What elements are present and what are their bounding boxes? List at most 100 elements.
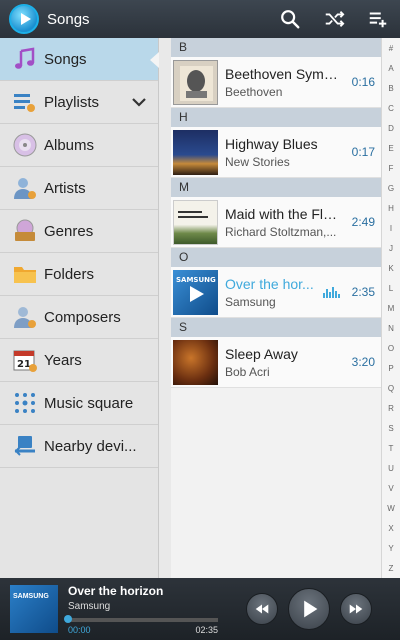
nearby-devices-icon <box>12 433 38 459</box>
song-title: Over the hor... <box>225 275 314 292</box>
album-art <box>173 129 218 175</box>
song-artist: Samsung <box>225 294 276 309</box>
previous-button[interactable] <box>246 593 278 625</box>
index-letter[interactable]: M <box>382 298 400 318</box>
song-row[interactable]: Highway Blues New Stories 0:17 <box>171 127 381 178</box>
index-letter[interactable]: P <box>382 358 400 378</box>
sidebar-item-label: Playlists <box>44 93 100 111</box>
genre-icon <box>12 218 38 244</box>
index-letter[interactable]: # <box>382 38 400 58</box>
sidebar-item-label: Folders <box>44 265 95 283</box>
index-letter[interactable]: Y <box>382 538 400 558</box>
playback-progress-bar[interactable] <box>64 614 218 623</box>
song-duration: 0:17 <box>351 145 375 159</box>
now-playing-title: Over the horizon <box>68 583 164 598</box>
song-artist: Bob Acri <box>225 364 270 379</box>
song-title: Highway Blues <box>225 135 318 152</box>
play-button[interactable] <box>288 588 330 630</box>
sidebar-item-music-square[interactable]: Music square <box>0 382 158 425</box>
composer-icon <box>12 304 38 330</box>
thumb-brand-text: SAMSUNG <box>13 593 49 600</box>
now-playing-album-art[interactable]: SAMSUNG <box>10 585 58 633</box>
calendar-icon: 21 <box>12 347 38 373</box>
thumb-brand-text: SAMSUNG <box>176 276 216 284</box>
alphabet-index[interactable]: # A B C D E F G H I J K L M N O P Q R S T U V W X Y Z <box>381 38 400 578</box>
search-button[interactable] <box>268 0 312 38</box>
sidebar-item-artists[interactable]: Artists <box>0 167 158 210</box>
song-title: Maid with the Fla... <box>225 205 341 222</box>
album-art <box>173 339 218 385</box>
index-letter[interactable]: Z <box>382 558 400 578</box>
progress-knob[interactable] <box>64 614 72 623</box>
index-letter[interactable]: T <box>382 438 400 458</box>
playlist-icon <box>12 89 38 115</box>
index-letter[interactable]: V <box>382 478 400 498</box>
sidebar-item-label: Genres <box>44 222 94 240</box>
index-letter[interactable]: A <box>382 58 400 78</box>
next-button[interactable] <box>340 593 372 625</box>
index-letter[interactable]: H <box>382 198 400 218</box>
total-time: 02:35 <box>195 624 218 635</box>
song-duration: 3:20 <box>351 355 375 369</box>
shuffle-button[interactable] <box>312 0 356 38</box>
index-letter[interactable]: E <box>382 138 400 158</box>
section-header: S <box>171 318 381 337</box>
person-icon <box>12 175 38 201</box>
index-letter[interactable]: B <box>382 78 400 98</box>
index-letter[interactable]: G <box>382 178 400 198</box>
sidebar-item-songs[interactable]: Songs <box>0 38 159 81</box>
index-letter[interactable]: F <box>382 158 400 178</box>
song-row-now-playing[interactable]: SAMSUNG Over the hor... Samsung 2:35 <box>171 267 381 318</box>
index-letter[interactable]: N <box>382 318 400 338</box>
sidebar-item-composers[interactable]: Composers <box>0 296 158 339</box>
add-playlist-icon <box>369 12 387 28</box>
shuffle-icon <box>325 11 345 27</box>
index-letter[interactable]: C <box>382 98 400 118</box>
index-letter[interactable]: D <box>382 118 400 138</box>
section-header: O <box>171 248 381 267</box>
sidebar-item-albums[interactable]: Albums <box>0 124 158 167</box>
sidebar-item-label: Music square <box>44 394 134 412</box>
page-title: Songs <box>47 10 90 28</box>
index-letter[interactable]: O <box>382 338 400 358</box>
section-header: B <box>171 38 381 57</box>
index-letter[interactable]: U <box>382 458 400 478</box>
index-letter[interactable]: J <box>382 238 400 258</box>
index-letter[interactable]: W <box>382 498 400 518</box>
sidebar-item-label: Songs <box>44 50 87 68</box>
song-row[interactable]: Beethoven Symp... Beethoven 0:16 <box>171 57 381 108</box>
mini-player: SAMSUNG Over the horizon Samsung 00:00 0… <box>0 578 400 640</box>
index-letter[interactable]: K <box>382 258 400 278</box>
song-title: Beethoven Symp... <box>225 65 341 82</box>
index-letter[interactable]: S <box>382 418 400 438</box>
album-art <box>173 59 218 105</box>
index-letter[interactable]: X <box>382 518 400 538</box>
sidebar-item-years[interactable]: 21 Years <box>0 339 158 382</box>
grid-icon <box>12 390 38 416</box>
sidebar-item-folders[interactable]: Folders <box>0 253 158 296</box>
search-icon <box>281 10 300 29</box>
sidebar-item-playlists[interactable]: Playlists <box>0 81 158 124</box>
index-letter[interactable]: I <box>382 218 400 238</box>
song-row[interactable]: Sleep Away Bob Acri 3:20 <box>171 337 381 388</box>
chevron-down-icon[interactable] <box>130 93 148 111</box>
song-duration: 2:49 <box>351 215 375 229</box>
index-letter[interactable]: Q <box>382 378 400 398</box>
sidebar-item-label: Artists <box>44 179 86 197</box>
song-duration: 2:35 <box>351 285 375 299</box>
music-player-app-icon[interactable] <box>9 4 39 34</box>
sidebar-item-label: Albums <box>44 136 95 154</box>
previous-icon <box>255 604 269 614</box>
sidebar-item-nearby-devices[interactable]: Nearby devi... <box>0 425 158 468</box>
song-row[interactable]: Maid with the Fla... Richard Stoltzman,.… <box>171 197 381 248</box>
song-artist: Beethoven <box>225 84 283 99</box>
album-art: SAMSUNG <box>173 269 218 315</box>
folder-icon <box>12 261 38 287</box>
music-note-icon <box>12 46 38 72</box>
add-to-playlist-button[interactable] <box>356 0 400 38</box>
index-letter[interactable]: R <box>382 398 400 418</box>
sidebar-item-genres[interactable]: Genres <box>0 210 158 253</box>
index-letter[interactable]: L <box>382 278 400 298</box>
album-art <box>173 199 218 245</box>
song-title: Sleep Away <box>225 345 298 362</box>
